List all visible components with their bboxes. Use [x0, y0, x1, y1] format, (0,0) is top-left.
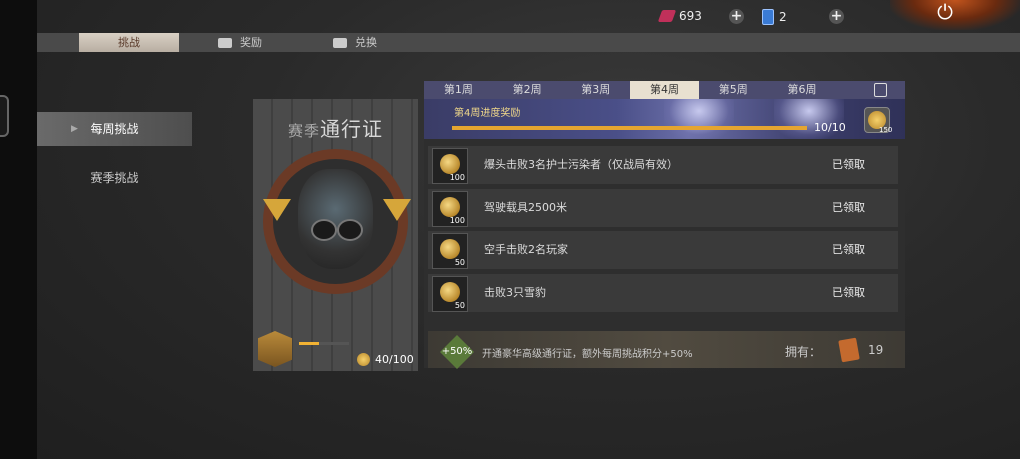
pass-title: 赛季通行证	[253, 113, 418, 142]
tab-week-6[interactable]: 第6周	[768, 81, 837, 99]
tab-week-2[interactable]: 第2周	[493, 81, 562, 99]
coin-icon	[440, 197, 460, 217]
top-tab-bar	[37, 33, 1020, 52]
tab-week-5[interactable]: 第5周	[699, 81, 768, 99]
chest-icon	[218, 38, 232, 48]
tab-rewards[interactable]: 奖励	[218, 33, 298, 52]
task-status: 已领取	[832, 158, 865, 171]
lock-icon	[874, 83, 887, 97]
task-status: 已领取	[832, 243, 865, 256]
banner-progress-text: 10/10	[814, 121, 846, 134]
task-status: 已领取	[832, 201, 865, 214]
week-tabs: 第1周 第2周 第3周 第4周 第5周 第6周	[424, 81, 905, 99]
tab-week-1[interactable]: 第1周	[424, 81, 493, 99]
banner-title: 第4周进度奖励	[454, 108, 521, 119]
goggle-left	[311, 219, 337, 241]
ticket-resource: 693	[657, 9, 702, 23]
arrow-right-icon: ▶	[71, 124, 78, 134]
card-count: 2	[779, 10, 787, 24]
owned-count: 19	[868, 343, 884, 357]
gas-mask-emblem	[298, 169, 373, 269]
pass-ticket-icon	[838, 337, 860, 363]
coin-icon	[440, 154, 460, 174]
progress-reward-amount: 150	[879, 126, 893, 134]
task-description: 驾驶载具2500米	[484, 201, 567, 214]
pass-progress-bar	[299, 342, 349, 345]
tab-exchange[interactable]: 兑换	[333, 33, 413, 52]
pass-progress-fill	[299, 342, 319, 345]
progress-reward-banner: 第4周进度奖励 10/10 150	[424, 99, 905, 139]
left-edge-bar	[0, 0, 37, 459]
task-reward-box: 100	[432, 148, 468, 184]
tab-exchange-label: 兑换	[355, 36, 377, 49]
ticket-count: 693	[679, 9, 702, 23]
chest-icon	[333, 38, 347, 48]
menu-weekly-label: 每周挑战	[90, 122, 139, 136]
task-reward-amount: 50	[454, 258, 465, 267]
coin-icon	[357, 353, 370, 366]
pass-title-main: 通行证	[320, 117, 383, 141]
tab-challenge[interactable]: 挑战	[79, 33, 179, 52]
add-cards-button[interactable]: +	[829, 9, 844, 24]
task-reward-amount: 100	[449, 173, 465, 182]
tab-rewards-label: 奖励	[240, 36, 262, 49]
ticket-icon	[657, 10, 677, 22]
task-row: 100 驾驶载具2500米 已领取	[428, 189, 898, 227]
task-reward-box: 50	[432, 233, 468, 269]
task-reward-box: 50	[432, 276, 468, 312]
card-resource: 2	[762, 9, 787, 25]
character-art	[664, 99, 734, 139]
emblem-right-triangle	[383, 199, 411, 221]
card-icon	[762, 9, 774, 25]
power-icon[interactable]: ⏻	[932, 0, 958, 24]
tab-week-4[interactable]: 第4周	[630, 81, 699, 99]
add-tickets-button[interactable]: +	[729, 9, 744, 24]
task-description: 击败3只雪豹	[484, 286, 546, 299]
goggle-right	[337, 219, 363, 241]
season-pass-card[interactable]: 赛季通行证 40/100	[253, 99, 418, 371]
emblem-left-triangle	[263, 199, 291, 221]
task-reward-amount: 100	[449, 216, 465, 225]
menu-season-challenge[interactable]: 赛季挑战	[37, 161, 192, 195]
task-reward-amount: 50	[454, 301, 465, 310]
tab-week-7[interactable]	[836, 81, 905, 99]
menu-season-label: 赛季挑战	[90, 171, 139, 185]
banner-progress-fill	[452, 126, 807, 130]
task-row: 50 击败3只雪豹 已领取	[428, 274, 898, 312]
tab-week-3[interactable]: 第3周	[561, 81, 630, 99]
pass-progress-text: 40/100	[375, 353, 414, 366]
banner-progress-bar	[452, 126, 807, 130]
menu-weekly-challenge[interactable]: ▶ 每周挑战	[37, 112, 192, 146]
pass-progress: 40/100	[357, 353, 414, 366]
task-status: 已领取	[832, 286, 865, 299]
rank-badge-icon	[258, 331, 292, 367]
coin-icon	[440, 282, 460, 302]
task-reward-box: 100	[432, 191, 468, 227]
side-handle[interactable]	[0, 95, 9, 137]
tab-challenge-label: 挑战	[118, 36, 140, 49]
task-description: 爆头击败3名护士污染者（仅战局有效）	[484, 158, 678, 171]
premium-upsell-text: 开通豪华高级通行证，额外每周挑战积分+50%	[482, 349, 693, 360]
pass-title-prefix: 赛季	[287, 122, 320, 140]
coin-icon	[440, 239, 460, 259]
task-description: 空手击败2名玩家	[484, 243, 568, 256]
task-row: 100 爆头击败3名护士污染者（仅战局有效） 已领取	[428, 146, 898, 184]
owned-label: 拥有：	[785, 345, 822, 359]
task-row: 50 空手击败2名玩家 已领取	[428, 231, 898, 269]
